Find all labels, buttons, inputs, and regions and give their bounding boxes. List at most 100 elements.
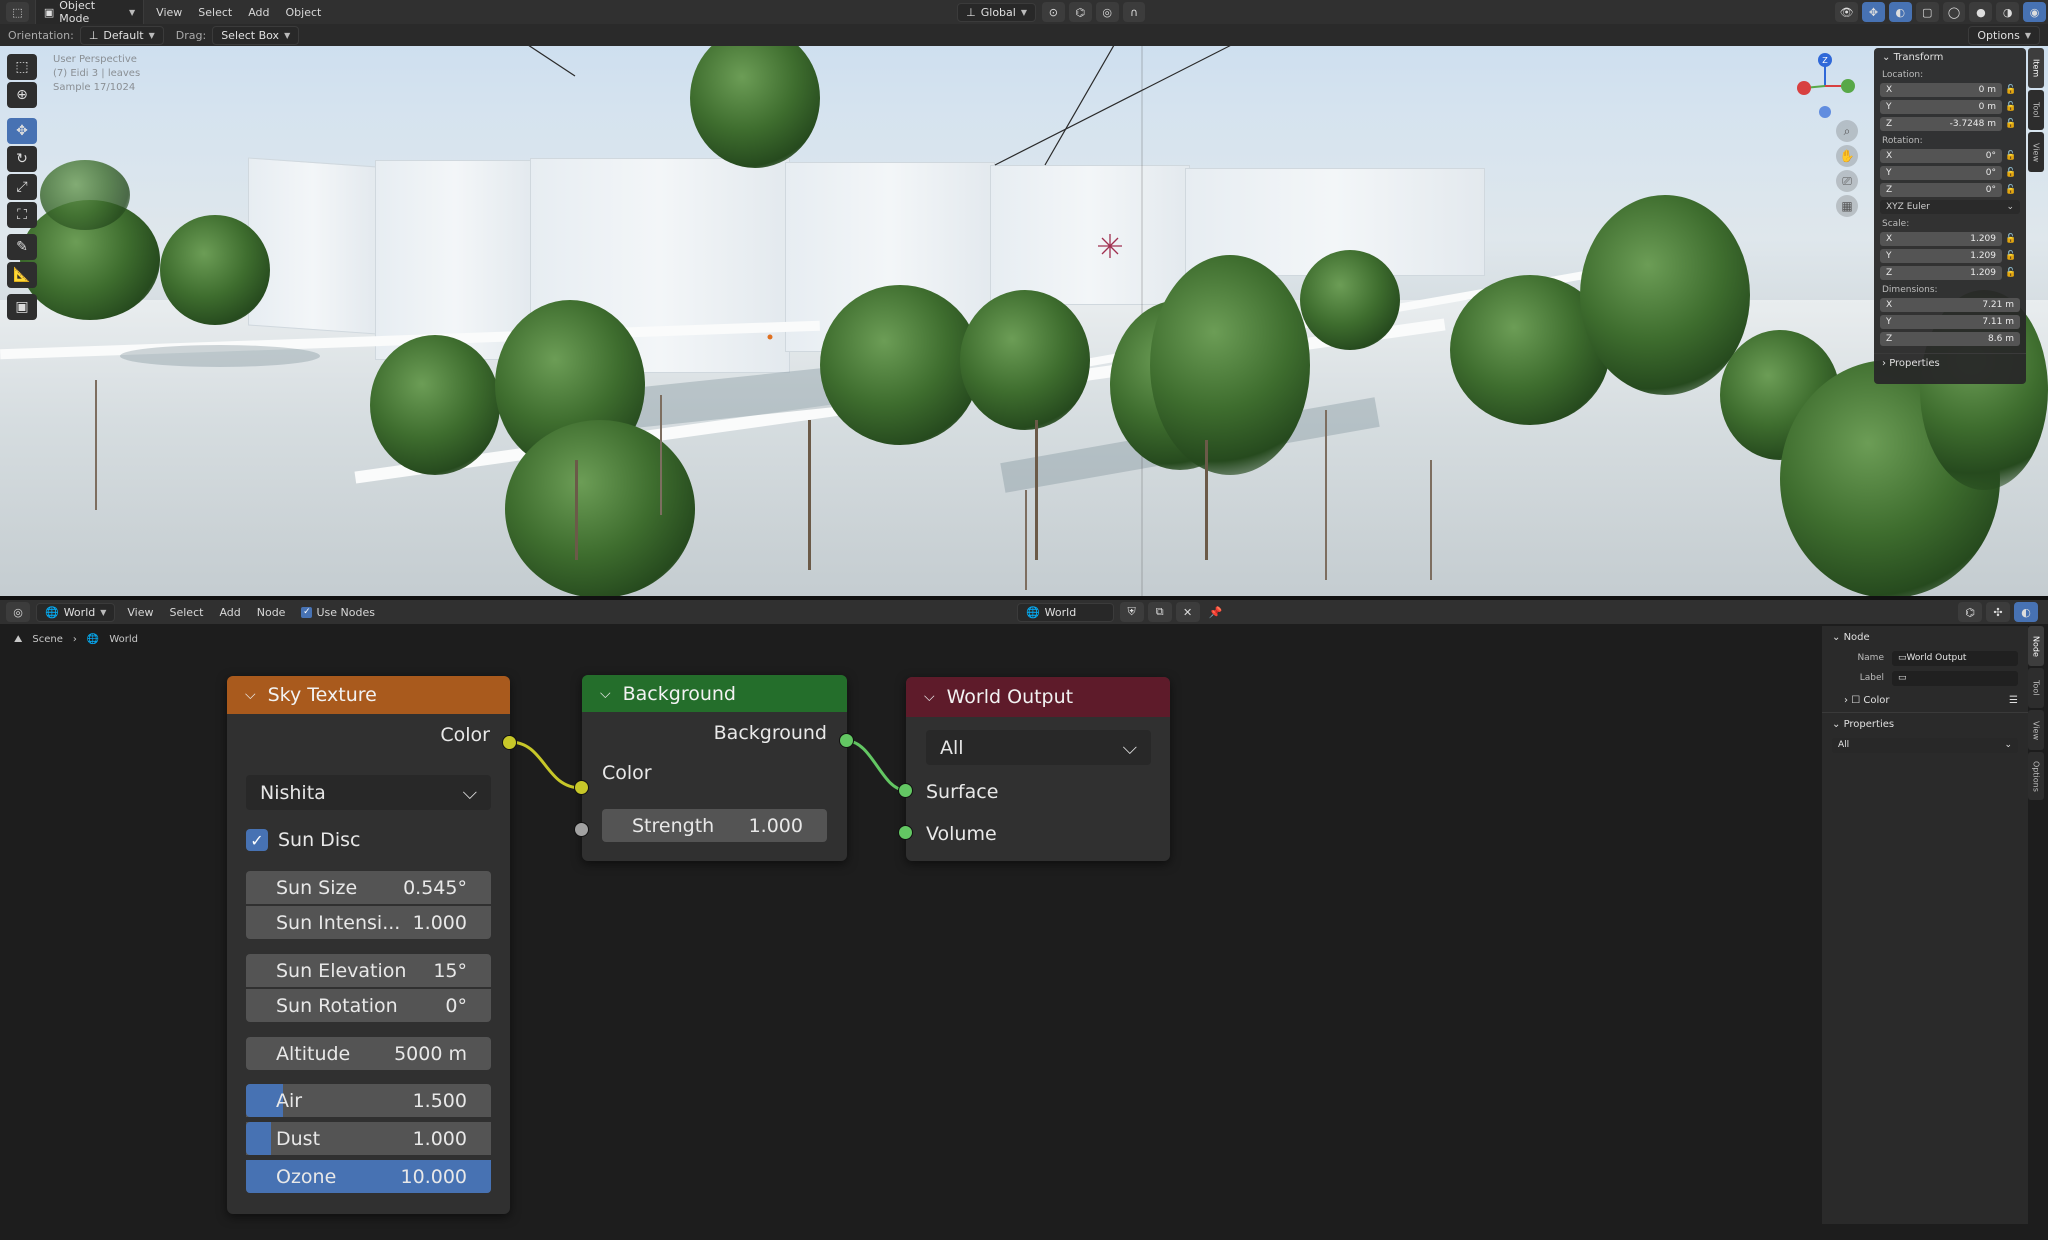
lock-icon[interactable]: 🔓 xyxy=(2002,85,2020,95)
node-editor[interactable]: ◎ 🌐 World ▼ View Select Add Node ✓ Use Node… xyxy=(0,600,2048,1238)
tab-options[interactable]: Options xyxy=(2028,752,2044,800)
lock-icon[interactable]: 🔓 xyxy=(2002,168,2020,178)
chevron-down-icon[interactable]: ⌵ xyxy=(245,687,256,703)
solid-shading-icon[interactable]: ● xyxy=(1969,2,1993,22)
node-name-field[interactable]: ▭ World Output xyxy=(1892,650,2018,666)
background-strength-input-socket[interactable] xyxy=(574,822,589,837)
sky-texture-node-header[interactable]: ⌵ Sky Texture xyxy=(227,676,510,714)
dust-slider[interactable]: Dust 1.000 xyxy=(246,1122,491,1155)
tab-tool[interactable]: Tool xyxy=(2028,90,2044,130)
properties-section-header[interactable]: ⌄ Properties xyxy=(1822,712,2028,736)
transform-section-header[interactable]: ⌄ Transform xyxy=(1874,48,2026,67)
world-output-node[interactable]: ⌵ World Output All ⌵ Surface Volume xyxy=(906,677,1170,861)
air-slider[interactable]: Air 1.500 xyxy=(246,1084,491,1117)
strength-field[interactable]: Strength 1.000 xyxy=(602,809,827,842)
location-x-field[interactable]: X 0 m xyxy=(1880,83,2002,97)
orientation-dropdown[interactable]: ⊥ Default ▼ xyxy=(79,25,164,45)
menu-object[interactable]: Object xyxy=(278,6,330,19)
sky-color-output-socket[interactable] xyxy=(502,735,517,750)
chevron-down-icon[interactable]: ⌵ xyxy=(600,686,611,702)
pan-hand-icon[interactable]: ✋ xyxy=(1836,145,1858,167)
sun-size-field[interactable]: Sun Size 0.545° xyxy=(246,871,491,904)
target-dropdown[interactable]: All ⌄ xyxy=(1832,737,2018,753)
lock-icon[interactable]: 🔓 xyxy=(2002,102,2020,112)
world-output-node-header[interactable]: ⌵ World Output xyxy=(906,677,1170,717)
sun-elevation-field[interactable]: Sun Elevation 15° xyxy=(246,954,491,987)
sun-rotation-field[interactable]: Sun Rotation 0° xyxy=(246,989,491,1022)
ortho-toggle-icon[interactable]: ▦ xyxy=(1836,195,1858,217)
tab-node[interactable]: Node xyxy=(2028,626,2044,666)
rotation-mode-dropdown[interactable]: XYZ Euler ⌄ xyxy=(1880,200,2020,214)
measure-tool-icon[interactable]: 📐 xyxy=(7,262,37,288)
properties-section-header[interactable]: › Properties xyxy=(1874,353,2026,373)
add-cube-tool-icon[interactable]: ▣ xyxy=(7,294,37,320)
select-box-tool-icon[interactable]: ⬚ xyxy=(7,54,37,80)
3d-viewport[interactable]: ⬚ ▣ Object Mode ▼ View Select Add Object ⊥… xyxy=(0,0,2048,598)
annotate-tool-icon[interactable]: ✎ xyxy=(7,234,37,260)
tab-view[interactable]: View xyxy=(2028,132,2044,172)
snap-icon[interactable]: ⌬ xyxy=(1068,2,1092,22)
rotate-tool-icon[interactable]: ↻ xyxy=(7,146,37,172)
sky-texture-node[interactable]: ⌵ Sky Texture Color Nishita ⌵ ✓ Sun Disc Su… xyxy=(227,676,510,1214)
sun-intensity-field[interactable]: Sun Intensi... 1.000 xyxy=(246,906,491,939)
transform-orientation-dropdown[interactable]: ⊥ Global ▼ xyxy=(957,2,1036,22)
menu-add[interactable]: Add xyxy=(240,6,277,19)
snap-icon[interactable]: ⌬ xyxy=(1958,602,1982,622)
menu-select[interactable]: Select xyxy=(190,6,240,19)
navigation-gizmo[interactable]: Z xyxy=(1790,50,1860,124)
overlay-icon[interactable]: ✣ xyxy=(1986,602,2010,622)
rotation-y-field[interactable]: Y 0° xyxy=(1880,166,2002,180)
location-z-field[interactable]: Z -3.7248 m xyxy=(1880,117,2002,131)
scale-tool-icon[interactable]: ⤢ xyxy=(7,174,37,200)
lock-icon[interactable]: 🔓 xyxy=(2002,119,2020,129)
falloff-icon[interactable]: ∩ xyxy=(1122,2,1146,22)
chevron-down-icon[interactable]: ⌵ xyxy=(924,689,935,705)
tab-tool[interactable]: Tool xyxy=(2028,668,2044,708)
scale-x-field[interactable]: X 1.209 xyxy=(1880,232,2002,246)
lock-icon[interactable]: 🔓 xyxy=(2002,185,2020,195)
altitude-field[interactable]: Altitude 5000 m xyxy=(246,1037,491,1070)
dimensions-x-field[interactable]: X 7.21 m xyxy=(1880,298,2020,312)
visibility-icon[interactable]: 👁 xyxy=(1835,2,1858,22)
proportional-edit-icon[interactable]: ◎ xyxy=(1095,2,1119,22)
menu-view[interactable]: View xyxy=(148,6,190,19)
dimensions-y-field[interactable]: Y 7.11 m xyxy=(1880,315,2020,329)
list-icon[interactable]: ☰ xyxy=(2009,695,2018,706)
options-dropdown[interactable]: Options ▼ xyxy=(1968,25,2040,45)
volume-input-socket[interactable] xyxy=(898,825,913,840)
rendered-shading-icon[interactable]: ◉ xyxy=(2023,2,2047,22)
pivot-icon[interactable]: ⊙ xyxy=(1041,2,1065,22)
move-tool-icon[interactable]: ✥ xyxy=(7,118,37,144)
camera-view-icon[interactable]: ⎚ xyxy=(1836,170,1858,192)
tab-view[interactable]: View xyxy=(2028,710,2044,750)
background-output-socket[interactable] xyxy=(839,733,854,748)
sky-type-dropdown[interactable]: Nishita ⌵ xyxy=(246,775,491,810)
sun-disc-checkbox[interactable]: ✓ Sun Disc xyxy=(246,829,360,851)
backdrop-icon[interactable]: ◐ xyxy=(2014,602,2038,622)
scale-z-field[interactable]: Z 1.209 xyxy=(1880,266,2002,280)
lock-icon[interactable]: 🔓 xyxy=(2002,251,2020,261)
location-y-field[interactable]: Y 0 m xyxy=(1880,100,2002,114)
target-dropdown[interactable]: All ⌵ xyxy=(926,730,1151,765)
gizmo-icon[interactable]: ✥ xyxy=(1862,2,1885,22)
wireframe-shading-icon[interactable]: ◯ xyxy=(1942,2,1966,22)
checkbox-icon[interactable]: ☐ xyxy=(1851,695,1863,706)
node-section-header[interactable]: ⌄ Node xyxy=(1822,626,2028,649)
scale-y-field[interactable]: Y 1.209 xyxy=(1880,249,2002,263)
cursor-tool-icon[interactable]: ⊕ xyxy=(7,82,37,108)
zoom-icon[interactable]: ⌕ xyxy=(1836,120,1858,142)
tab-item[interactable]: Item xyxy=(2028,48,2044,88)
editor-type-icon[interactable]: ⬚ xyxy=(6,2,29,22)
transform-tool-icon[interactable]: ⛶ xyxy=(7,202,37,228)
background-node[interactable]: ⌵ Background Background Color Strength 1.0… xyxy=(582,675,847,861)
color-subsection-header[interactable]: › ☐ Color ☰ xyxy=(1822,689,2028,712)
surface-input-socket[interactable] xyxy=(898,783,913,798)
drag-dropdown[interactable]: Select Box ▼ xyxy=(212,25,300,45)
material-shading-icon[interactable]: ◑ xyxy=(1996,2,2020,22)
lock-icon[interactable]: 🔓 xyxy=(2002,268,2020,278)
background-color-input-socket[interactable] xyxy=(574,780,589,795)
lock-icon[interactable]: 🔓 xyxy=(2002,151,2020,161)
xray-icon[interactable]: ▢ xyxy=(1915,2,1939,22)
ozone-slider[interactable]: Ozone 10.000 xyxy=(246,1160,491,1193)
background-node-header[interactable]: ⌵ Background xyxy=(582,675,847,712)
